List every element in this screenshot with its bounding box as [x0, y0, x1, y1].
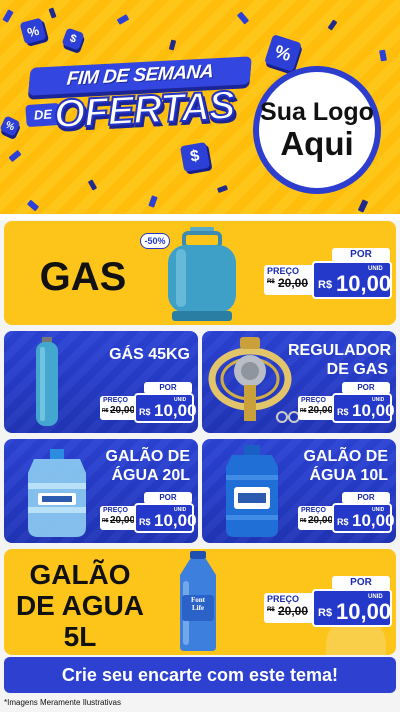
current-price-box: UNID R$ 10,00 — [332, 503, 395, 533]
old-price-prefix: R$ — [102, 518, 109, 524]
product-name: GAS — [39, 255, 127, 299]
current-price-box: UNID R$ 10,00 — [134, 503, 197, 533]
preco-label: PREÇO — [267, 594, 300, 604]
product-name-line1: GALÃO — [29, 559, 131, 590]
product-name-line1: GALÃO DE — [105, 448, 190, 465]
confetti — [2, 9, 14, 23]
currency: R$ — [139, 407, 151, 417]
current-price: 10,00 — [352, 511, 395, 530]
current-price: 10,00 — [154, 511, 197, 530]
product-name: GALÃO DE ÁGUA 20L — [80, 447, 190, 485]
product-card-gas[interactable]: GAS -50% POR PREÇO R$ 20,00 UNID R$ 10,0… — [4, 221, 396, 325]
confetti — [48, 7, 57, 19]
product-card-regulador[interactable]: REGULADOR DE GAS POR PREÇO R$ 20,00 UNID… — [202, 331, 396, 433]
old-price-prefix: R$ — [300, 518, 307, 524]
old-price-prefix: R$ — [267, 607, 275, 613]
disclaimer-text: *Imagens Meramente Ilustrativas — [4, 698, 121, 707]
currency: R$ — [337, 517, 349, 527]
dollar-cube-icon: $ — [179, 141, 211, 173]
old-price: 20,00 — [308, 405, 334, 416]
flyer-page: % $ % $ % FIM DE SEMANA DE OFERTAS Sua L… — [0, 0, 400, 712]
current-price-box: UNID R$ 10,00 — [134, 393, 197, 423]
product-card-galao-20l[interactable]: GALÃO DE ÁGUA 20L POR PREÇO R$ 20,00 UNI… — [4, 439, 198, 543]
header-banner: % $ % $ % FIM DE SEMANA DE OFERTAS Sua L… — [0, 0, 400, 214]
current-price: 10,00 — [352, 401, 395, 420]
bottle-brand-label: Font Life — [184, 596, 212, 612]
preco-label: PREÇO — [103, 397, 128, 404]
bottle-brand-line1: Font — [191, 596, 205, 604]
preco-label: PREÇO — [301, 507, 326, 514]
confetti — [379, 49, 387, 62]
current-price-box: UNID R$ 10,00 — [332, 393, 395, 423]
discount-badge: -50% — [140, 233, 170, 249]
por-label: POR — [332, 576, 390, 590]
old-price-prefix: R$ — [102, 408, 109, 414]
confetti — [148, 195, 158, 208]
logo-placeholder[interactable]: Sua Logo Aqui — [253, 66, 381, 194]
logo-text-line2: Aqui — [280, 125, 354, 162]
bottle-brand-line2: Life — [191, 604, 205, 612]
por-label: POR — [332, 248, 390, 262]
confetti — [87, 179, 98, 191]
old-price: 20,00 — [278, 276, 309, 290]
price-tag: POR PREÇO R$ 20,00 UNID R$ 10,00 — [264, 573, 394, 629]
confetti — [327, 19, 338, 31]
confetti — [8, 149, 22, 163]
price-tag: POR PREÇO R$ 20,00 UNID R$ 10,00 — [264, 245, 394, 301]
old-price: 20,00 — [308, 515, 334, 526]
confetti — [26, 199, 40, 212]
price-tag: POR PREÇO R$ 20,00 UNID R$ 10,00 — [298, 381, 395, 427]
preco-label: PREÇO — [267, 266, 300, 276]
current-price-box: UNID R$ 10,00 — [312, 589, 392, 627]
gas-cylinder-image — [168, 227, 236, 321]
product-name-line2: ÁGUA 10L — [309, 467, 388, 484]
confetti — [236, 11, 250, 25]
product-card-galao-10l[interactable]: GALÃO DE ÁGUA 10L POR PREÇO R$ 20,00 UNI… — [202, 439, 396, 543]
old-price: 20,00 — [110, 515, 136, 526]
product-name-line1: GALÃO DE — [303, 448, 388, 465]
product-name-line2: DE AGUA — [15, 590, 145, 621]
percent-cube-icon: % — [19, 17, 47, 45]
current-price: 10,00 — [154, 401, 197, 420]
confetti — [357, 199, 369, 213]
current-price: 10,00 — [336, 271, 392, 296]
percent-cube-icon: % — [0, 115, 21, 137]
product-card-galao-5l[interactable]: GALÃO DE AGUA 5L Font Life POR PREÇO R$ … — [4, 549, 396, 655]
cta-banner[interactable]: Crie seu encarte com este tema! — [4, 657, 396, 693]
percent-cube-icon: % — [264, 34, 302, 72]
product-name-line3: 5L — [63, 621, 97, 652]
old-price: 20,00 — [110, 405, 136, 416]
confetti — [216, 184, 229, 194]
product-name-line2: ÁGUA 20L — [111, 467, 190, 484]
currency: R$ — [318, 279, 333, 291]
product-name: GALÃO DE ÁGUA 10L — [278, 447, 388, 485]
currency: R$ — [139, 517, 151, 527]
product-card-gas-45kg[interactable]: GÁS 45KG POR PREÇO R$ 20,00 UNID R$ 10,0… — [4, 331, 198, 433]
product-name: GALÃO DE AGUA 5L — [10, 559, 150, 652]
tall-cylinder-image — [36, 337, 58, 426]
product-name-line1: REGULADOR — [288, 342, 392, 359]
logo-text-line1: Sua Logo — [260, 98, 374, 126]
old-price-prefix: R$ — [267, 279, 275, 285]
confetti — [116, 14, 130, 25]
price-tag: POR PREÇO R$ 20,00 UNID R$ 10,00 — [100, 381, 197, 427]
preco-label: PREÇO — [103, 507, 128, 514]
price-tag: POR PREÇO R$ 20,00 UNID R$ 10,00 — [100, 491, 197, 537]
confetti — [168, 39, 177, 51]
old-price: 20,00 — [278, 604, 309, 618]
currency: R$ — [318, 607, 333, 619]
preco-label: PREÇO — [301, 397, 326, 404]
title-ofertas: OFERTAS — [52, 82, 236, 137]
current-price-box: UNID R$ 10,00 — [312, 261, 392, 299]
product-name: GÁS 45KG — [109, 346, 190, 363]
water-jug-10l-image — [226, 445, 278, 537]
product-name: REGULADOR DE GAS — [288, 341, 392, 379]
product-name-line2: DE GAS — [326, 361, 388, 378]
current-price: 10,00 — [336, 599, 392, 624]
old-price-prefix: R$ — [300, 408, 307, 414]
dollar-cube-icon: $ — [61, 27, 85, 51]
currency: R$ — [337, 407, 349, 417]
price-tag: POR PREÇO R$ 20,00 UNID R$ 10,00 — [298, 491, 395, 537]
